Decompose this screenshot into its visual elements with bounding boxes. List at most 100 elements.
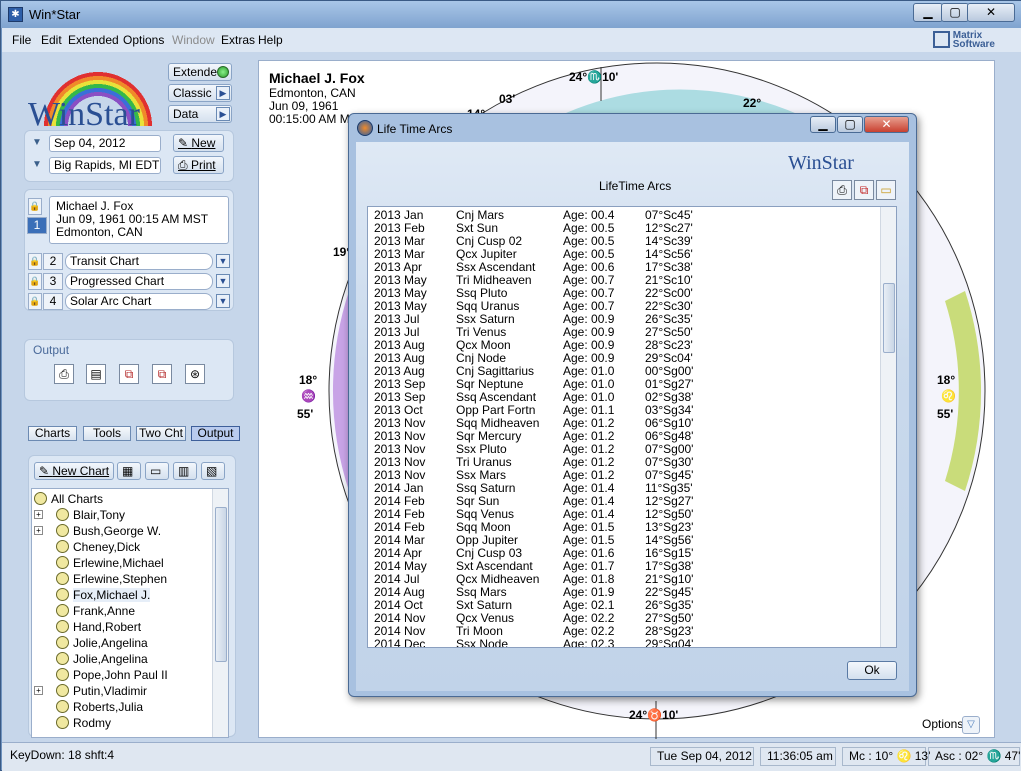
classic-mode-button[interactable]: Classic ▶ [168,84,232,102]
expand-icon[interactable]: + [34,686,43,695]
options-dropdown-icon[interactable]: ▽ [962,716,980,734]
lock-icon[interactable]: 🔒 [28,253,42,270]
app-icon[interactable]: ✱ [8,7,23,22]
pdf-icon[interactable]: ⧉ [119,364,139,384]
tab-tools[interactable]: Tools [83,426,131,441]
arcs-scrollbar[interactable] [880,207,896,647]
ok-button[interactable]: Ok [847,661,897,680]
document-icon[interactable]: ▤ [86,364,106,384]
chart-slot-number[interactable]: 3 [43,273,63,290]
chart-wheel-icon [56,540,69,553]
chevron-down-icon[interactable]: ▼ [32,159,42,170]
menu-file[interactable]: File [12,33,31,47]
chart-slot-number[interactable]: 1 [27,217,47,234]
menu-extras[interactable]: Extras [221,33,255,47]
tree-item[interactable]: Erlewine,Michael [56,555,164,571]
chevron-down-icon[interactable]: ▼ [216,294,230,308]
tree-item-label: Fox,Michael J. [73,588,151,602]
options-label: Options [922,717,964,731]
tree-item[interactable]: Pope,John Paul II [56,667,168,683]
menu-bar: File Edit Extended Options Window Extras… [2,28,1021,52]
expand-icon[interactable]: + [34,510,43,519]
tab-charts[interactable]: Charts [28,426,77,441]
open-chart-icon[interactable]: ▦ [117,462,141,480]
tree-item[interactable]: Frank,Anne [56,603,135,619]
chart-database-icon[interactable]: ▥ [173,462,197,480]
arrow-right-icon: ▶ [216,86,230,100]
dialog-minimize-button[interactable]: ▁ [810,116,836,133]
tree-scrollbar[interactable] [212,489,228,737]
minimize-button[interactable]: ▁ [913,3,943,22]
chart-wheel-icon [56,716,69,729]
scroll-thumb[interactable] [883,283,895,353]
pdf-document-icon[interactable]: ⧉ [152,364,172,384]
dialog-close-button[interactable]: ✕ [864,116,909,133]
menu-extended[interactable]: Extended [68,33,119,47]
arc-aspect: Ssx Node [456,637,509,648]
tab-two-chart[interactable]: Two Cht [136,426,186,441]
tree-root[interactable]: All Charts [34,491,103,507]
tree-item[interactable]: Roberts,Julia [56,699,143,715]
menu-help[interactable]: Help [258,33,283,47]
close-button[interactable]: ✕ [967,3,1015,22]
maximize-button[interactable]: ▢ [941,3,969,22]
menu-options[interactable]: Options [123,33,164,47]
chart-wheel-icon [56,588,69,601]
menu-window[interactable]: Window [172,33,215,47]
location-field[interactable]: Big Rapids, MI EDT [49,157,161,174]
scroll-thumb[interactable] [215,507,227,662]
chart-slot-number[interactable]: 2 [43,253,63,270]
status-mc: Mc : 10° ♌ 13' [842,747,930,766]
expand-icon[interactable]: + [34,526,43,535]
output-box: Output ⎙ ▤ ⧉ ⧉ ⊛ [24,339,234,401]
tree-item-label: Blair,Tony [73,508,126,522]
lock-icon[interactable]: 🔒 [28,198,42,215]
chart-wheel-icon [56,556,69,569]
tree-item-label: Erlewine,Michael [73,556,164,570]
dialog-title: Life Time Arcs [377,122,453,136]
folder-icon[interactable]: ▭ [145,462,169,480]
output-label: Output [33,343,70,357]
chart-slot-number[interactable]: 4 [43,293,63,310]
new-chart-button[interactable]: ✎ New Chart [34,462,114,480]
tree-item-label: Rodmy [73,716,112,730]
tree-item[interactable]: Jolie,Angelina [56,635,148,651]
menu-edit[interactable]: Edit [41,33,62,47]
lock-icon[interactable]: 🔒 [28,273,42,290]
tree-item[interactable]: Erlewine,Stephen [56,571,167,587]
data-mode-button[interactable]: Data ▶ [168,105,232,123]
tree-item[interactable]: Hand,Robert [56,619,141,635]
pdf-icon[interactable]: ⧉ [854,180,874,200]
settings-icon[interactable]: ▧ [201,462,225,480]
chevron-down-icon[interactable]: ▼ [32,137,42,148]
tree-item[interactable]: Fox,Michael J. [56,587,151,603]
solar-arc-chart-field[interactable]: Solar Arc Chart [65,293,213,310]
tree-item[interactable]: Jolie,Angelina [56,651,148,667]
chart-wheel-icon[interactable]: ⊛ [185,364,205,384]
tree-item[interactable]: Cheney,Dick [56,539,140,555]
dialog-maximize-button[interactable]: ▢ [837,116,863,133]
new-button[interactable]: ✎ New [173,134,224,152]
folder-icon[interactable]: ▭ [876,180,896,200]
chevron-down-icon[interactable]: ▼ [216,274,230,288]
transit-chart-field[interactable]: Transit Chart [65,253,213,270]
tree-item[interactable]: + Blair,Tony [34,507,126,523]
chevron-down-icon[interactable]: ▼ [216,254,230,268]
printer-icon[interactable]: ⎙ [54,364,74,384]
tree-item[interactable]: + Bush,George W. [34,523,162,539]
chart-1-card[interactable]: Michael J. Fox Jun 09, 1961 00:15 AM MST… [49,196,229,244]
status-date: Tue Sep 04, 2012 [650,747,754,766]
lock-icon[interactable]: 🔒 [28,293,42,310]
tree-item-label: Bush,George W. [73,524,162,538]
status-led-icon [217,66,229,78]
print-button[interactable]: ⎙ Print [173,156,224,174]
dialog-body: WinStar LifeTime Arcs ⎙ ⧉ ▭ 2013 Jan Cnj … [356,142,909,691]
date-field[interactable]: Sep 04, 2012 [49,135,161,152]
tree-item[interactable]: Rodmy [56,715,111,731]
tree-item[interactable]: + Putin,Vladimir [34,683,147,699]
printer-icon[interactable]: ⎙ [832,180,852,200]
progressed-chart-field[interactable]: Progressed Chart [65,273,213,290]
tab-output[interactable]: Output [191,426,240,441]
extended-mode-button[interactable]: Extended [168,63,232,81]
new-label: New [191,136,216,150]
